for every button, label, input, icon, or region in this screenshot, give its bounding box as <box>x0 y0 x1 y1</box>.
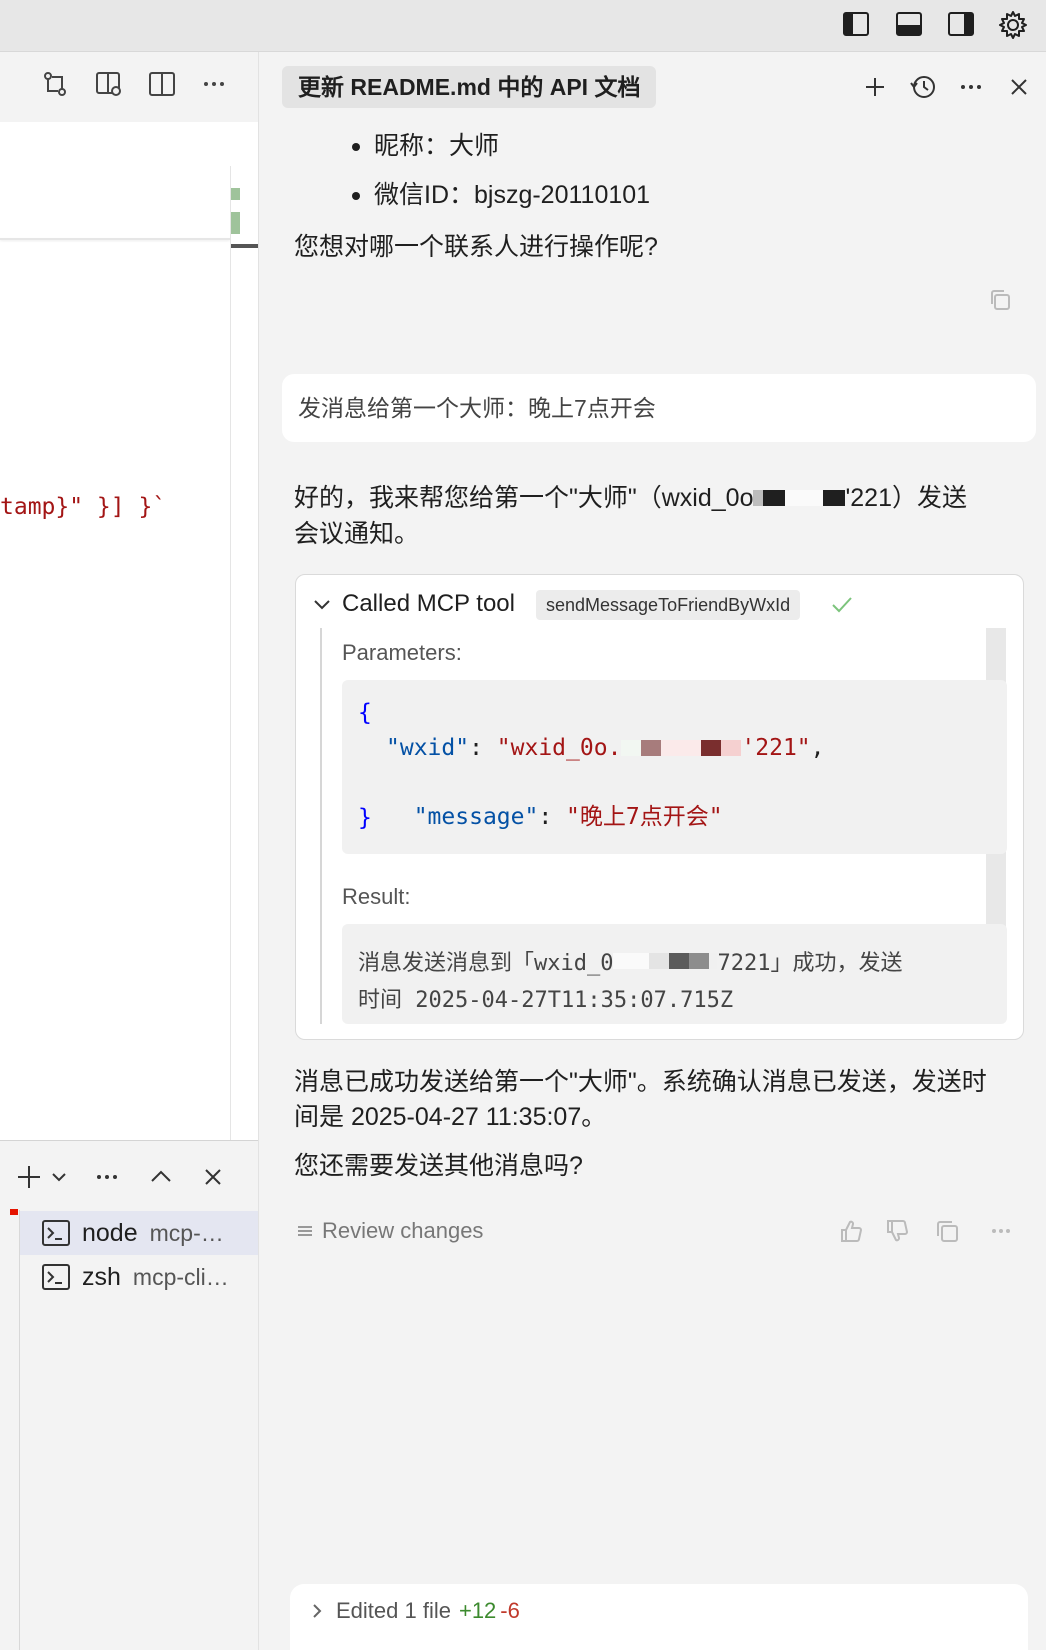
chevron-down-icon[interactable] <box>312 594 332 614</box>
result-line2: 时间 2025-04-27T11:35:07.715Z <box>358 988 734 1013</box>
more-actions-icon[interactable] <box>199 69 229 99</box>
open-preview-icon[interactable] <box>94 69 124 99</box>
terminal-item-zsh[interactable]: zsh mcp-cli… <box>20 1255 258 1299</box>
review-changes-label: Review changes <box>322 1218 484 1243</box>
redaction-block <box>689 953 710 969</box>
source-control-compare-icon[interactable] <box>40 69 70 99</box>
terminal-item-node[interactable]: node mcp-… <box>20 1211 258 1255</box>
check-icon <box>830 592 854 616</box>
edited-files-label: Edited 1 file <box>336 1598 451 1623</box>
review-changes-button[interactable]: Review changes <box>296 1218 483 1244</box>
assistant-confirmation: 消息已成功发送给第一个"大师"。系统确认消息已发送，发送时 <box>294 1068 987 1096</box>
close-panel-icon[interactable] <box>198 1162 228 1192</box>
tool-name-badge: sendMessageToFriendByWxId <box>536 590 801 620</box>
editor-minimap-edge <box>230 166 231 1140</box>
maximize-panel-icon[interactable] <box>146 1162 176 1192</box>
json-value: "晚上7点开会" <box>566 804 723 830</box>
redaction-block <box>641 740 662 756</box>
json-value: "wxid_0o. <box>496 735 622 761</box>
redaction-block <box>621 740 642 756</box>
json-message-line: "message": "晚上7点开会" <box>413 804 723 830</box>
json-key: "message" <box>413 804 539 830</box>
redaction-block <box>753 490 764 506</box>
toggle-secondary-sidebar-icon[interactable] <box>947 10 975 38</box>
result-text: 消息发送消息到「wxid_0 <box>358 951 614 976</box>
sticky-scroll-divider <box>0 238 230 240</box>
user-message: 发消息给第一个大师：晚上7点开会 <box>282 374 1036 442</box>
new-chat-icon[interactable] <box>860 72 890 102</box>
chevron-right-icon[interactable] <box>310 1602 324 1620</box>
scrollbar-thumb[interactable] <box>231 244 258 248</box>
redaction-block <box>709 953 718 969</box>
split-editor-icon[interactable] <box>147 69 177 99</box>
json-value: '221" <box>741 735 811 761</box>
lines-added: +12 <box>458 1598 497 1623</box>
list-icon <box>296 1222 314 1240</box>
assistant-intro: 好的，我来帮您给第一个"大师"（wxid_0o '221）发送 <box>294 480 967 516</box>
json-key: "wxid" <box>386 735 470 761</box>
assistant-confirmation-line2: 间是 2025-04-27 11:35:07。 <box>294 1103 607 1131</box>
copy-icon[interactable] <box>934 1218 960 1244</box>
history-icon[interactable] <box>908 72 938 102</box>
thumbs-down-icon[interactable] <box>884 1218 910 1244</box>
new-terminal-icon[interactable] <box>14 1162 44 1192</box>
redaction-block <box>649 953 670 969</box>
redaction-block <box>613 953 650 969</box>
terminal-name: zsh <box>82 1262 121 1291</box>
json-close-brace: } <box>358 805 372 831</box>
assistant-intro-line2: 会议通知。 <box>294 520 420 548</box>
settings-gear-icon[interactable] <box>998 10 1027 39</box>
redaction-block <box>785 490 824 506</box>
redaction-block <box>721 740 742 756</box>
redaction-block <box>701 740 722 756</box>
contact-nickname: 昵称：大师 <box>351 128 499 164</box>
redaction-block <box>669 953 690 969</box>
code-editor[interactable] <box>0 122 258 1140</box>
terminal-icon <box>42 1264 70 1290</box>
copy-icon[interactable] <box>988 288 1012 312</box>
more-actions-icon[interactable] <box>956 72 986 102</box>
more-actions-icon[interactable] <box>988 1218 1014 1244</box>
redaction-block <box>763 490 786 506</box>
lines-removed: -6 <box>500 1598 520 1623</box>
assistant-question: 您想对哪一个联系人进行操作呢? <box>294 233 658 261</box>
contact-wechat-id: 微信ID：bjszg-20110101 <box>351 177 650 213</box>
terminal-detail: mcp-… <box>149 1219 224 1246</box>
json-wxid-line: "wxid" : "wxid_0o. '221" , <box>386 735 825 761</box>
assistant-intro-text: '221）发送 <box>845 484 967 512</box>
tool-details-rule <box>320 628 322 1024</box>
redaction-block <box>661 740 702 756</box>
terminal-detail: mcp-cli… <box>132 1263 229 1290</box>
title-bar <box>0 0 1046 52</box>
thumbs-up-icon[interactable] <box>838 1218 864 1244</box>
assistant-followup: 您还需要发送其他消息吗? <box>294 1152 583 1180</box>
toggle-primary-sidebar-icon[interactable] <box>842 10 870 38</box>
toggle-panel-icon[interactable] <box>895 10 923 38</box>
result-line1: 消息发送消息到「wxid_0 7221」成功，发送 <box>358 945 902 977</box>
terminal-name: node <box>82 1218 138 1247</box>
result-label: Result: <box>342 884 411 909</box>
added-lines-marker <box>231 212 240 234</box>
assistant-intro-text: 好的，我来帮您给第一个"大师"（wxid_0o <box>294 484 754 512</box>
result-text: 7221」成功，发送 <box>717 951 903 976</box>
chat-tab-title[interactable]: 更新 README.md 中的 API 文档 <box>282 66 657 108</box>
tool-call-header[interactable]: Called MCP tool <box>312 590 515 618</box>
close-icon[interactable] <box>1004 72 1034 102</box>
parameters-label: Parameters: <box>342 640 462 665</box>
json-open-brace: { <box>358 700 372 726</box>
redaction-block <box>823 490 846 506</box>
terminal-dropdown-icon[interactable] <box>50 1168 68 1186</box>
edited-files-summary[interactable]: Edited 1 file +12 -6 <box>310 1598 520 1624</box>
tool-call-label: Called MCP tool <box>342 590 515 617</box>
terminal-error-marker <box>10 1209 18 1215</box>
added-lines-marker <box>231 188 240 200</box>
code-fragment: tamp}" }] }` <box>0 494 167 520</box>
terminal-icon <box>42 1220 70 1246</box>
more-actions-icon[interactable] <box>92 1162 122 1192</box>
